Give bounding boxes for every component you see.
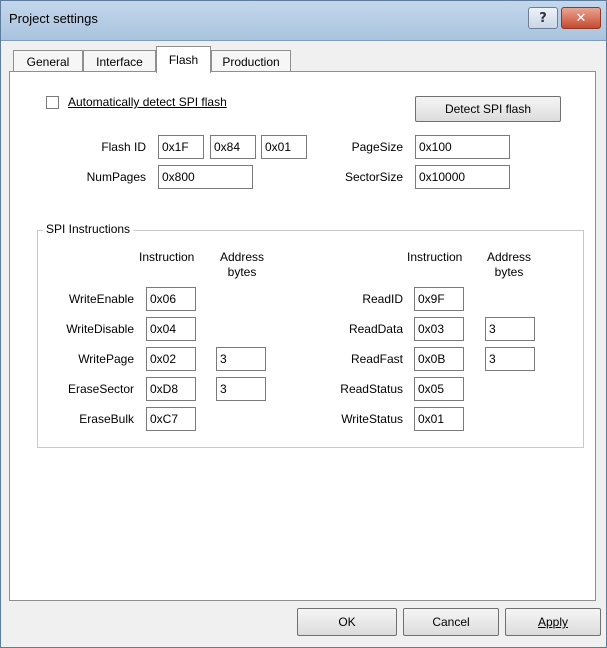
page-size-label: PageSize	[351, 140, 403, 154]
spi-left-instruction-field[interactable]: 0x02	[146, 347, 196, 371]
ok-button[interactable]: OK	[297, 608, 397, 636]
detect-spi-flash-label: Detect SPI flash	[444, 102, 532, 116]
flash-id-field-1[interactable]: 0x1F	[158, 135, 204, 159]
tab-production-label: Production	[222, 54, 280, 69]
spi-right-name: ReadFast	[350, 352, 403, 366]
auto-detect-checkbox[interactable]	[46, 96, 59, 109]
flash-id-label: Flash ID	[101, 140, 146, 154]
left-address-header: Address	[219, 250, 265, 264]
num-pages-label: NumPages	[86, 170, 146, 184]
close-button[interactable]: ✕	[561, 7, 601, 29]
tab-flash-label: Flash	[168, 53, 199, 67]
spi-left-name: WritePage	[78, 352, 134, 366]
flash-id-field-2[interactable]: 0x84	[210, 135, 256, 159]
tab-production[interactable]: Production	[211, 50, 291, 72]
help-icon: ?	[539, 10, 547, 26]
spi-right-instruction-field[interactable]: 0x0B	[414, 347, 464, 371]
apply-button[interactable]: Apply	[505, 608, 601, 636]
spi-left-instruction-field[interactable]: 0x06	[146, 287, 196, 311]
detect-spi-flash-button[interactable]: Detect SPI flash	[415, 96, 561, 122]
tab-interface-label: Interface	[96, 54, 143, 69]
sector-size-label: SectorSize	[344, 170, 403, 184]
ok-label: OK	[338, 615, 356, 629]
tab-general[interactable]: General	[13, 50, 83, 72]
left-bytes-header: bytes	[227, 265, 257, 279]
spi-right-name: ReadStatus	[340, 382, 403, 396]
right-address-header: Address	[486, 250, 532, 264]
spi-right-name: ReadID	[362, 292, 403, 306]
spi-right-name: WriteStatus	[341, 412, 403, 426]
spi-left-name: EraseBulk	[79, 412, 134, 426]
title-bar[interactable]: Project settings ? ✕	[1, 1, 606, 41]
spi-right-name: ReadData	[348, 322, 403, 336]
spi-right-instruction-field[interactable]: 0x05	[414, 377, 464, 401]
window-title: Project settings	[9, 11, 98, 26]
spi-left-instruction-field[interactable]: 0x04	[146, 317, 196, 341]
spi-right-address-field[interactable]: 3	[485, 317, 535, 341]
flash-tab-panel: Automatically detect SPI flash Detect SP…	[9, 71, 596, 601]
flash-id-field-3[interactable]: 0x01	[261, 135, 307, 159]
auto-detect-label[interactable]: Automatically detect SPI flash	[68, 95, 227, 109]
spi-right-address-field[interactable]: 3	[485, 347, 535, 371]
cancel-label: Cancel	[432, 615, 470, 629]
cancel-button[interactable]: Cancel	[403, 608, 499, 636]
spi-right-instruction-field[interactable]: 0x01	[414, 407, 464, 431]
right-instruction-header: Instruction	[407, 250, 463, 264]
close-icon: ✕	[575, 10, 587, 26]
spi-left-name: WriteDisable	[66, 322, 134, 336]
help-button[interactable]: ?	[528, 7, 558, 29]
spi-left-address-field[interactable]: 3	[216, 347, 266, 371]
spi-right-instruction-field[interactable]: 0x9F	[414, 287, 464, 311]
spi-left-address-field[interactable]: 3	[216, 377, 266, 401]
spi-right-instruction-field[interactable]: 0x03	[414, 317, 464, 341]
spi-instructions-title: SPI Instructions	[43, 222, 134, 236]
tab-strip: General Interface Flash Production	[9, 46, 599, 73]
tab-general-label: General	[26, 54, 70, 69]
spi-left-name: WriteEnable	[68, 292, 134, 306]
spi-left-name: EraseSector	[67, 382, 134, 396]
left-instruction-header: Instruction	[139, 250, 195, 264]
num-pages-field[interactable]: 0x800	[158, 165, 253, 189]
spi-left-instruction-field[interactable]: 0xC7	[146, 407, 196, 431]
project-settings-window: Project settings ? ✕ General Interface F…	[0, 0, 607, 648]
tab-flash[interactable]: Flash	[156, 46, 211, 73]
apply-label: Apply	[537, 615, 569, 629]
page-size-field[interactable]: 0x100	[415, 135, 510, 159]
sector-size-field[interactable]: 0x10000	[415, 165, 510, 189]
tab-interface[interactable]: Interface	[83, 50, 156, 72]
spi-left-instruction-field[interactable]: 0xD8	[146, 377, 196, 401]
right-bytes-header: bytes	[494, 265, 524, 279]
